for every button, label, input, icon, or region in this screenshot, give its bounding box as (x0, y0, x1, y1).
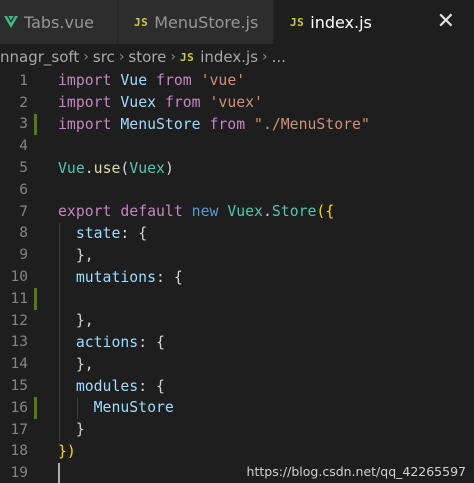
line-number: 2 (19, 94, 28, 111)
line-number: 15 (10, 378, 28, 395)
code-line[interactable]: 3 import MenuStore from "./MenuStore" (0, 113, 474, 136)
breadcrumb: nnagr_soft › src › store › JS index.js ›… (0, 44, 474, 70)
code-line[interactable]: 9 }, (0, 244, 474, 266)
chevron-right-icon: › (118, 49, 125, 65)
tab-tabs-vue[interactable]: Tabs.vue (0, 0, 118, 44)
code-text: }, (58, 312, 94, 330)
code-text: Vue.use(Vuex) (58, 159, 174, 177)
chevron-right-icon: › (83, 49, 89, 65)
tab-menustore-js[interactable]: JS MenuStore.js (118, 0, 274, 44)
code-line[interactable]: 16 MenuStore (0, 397, 474, 419)
line-number: 7 (19, 203, 28, 220)
code-text: MenuStore (93, 399, 174, 417)
code-text: } (58, 421, 85, 439)
code-text: actions: { (75, 333, 165, 351)
code-line[interactable]: 4 (0, 135, 474, 157)
line-number: 6 (19, 181, 28, 198)
code-line[interactable]: 12 }, (0, 310, 474, 332)
line-number: 16 (10, 399, 28, 416)
js-icon: JS (134, 15, 149, 29)
js-icon: JS (179, 50, 195, 64)
line-number: 13 (10, 334, 28, 351)
code-line[interactable]: 17 } (0, 419, 474, 441)
vue-icon (4, 16, 18, 28)
line-number: 18 (10, 443, 28, 460)
modified-line-indicator (34, 397, 37, 419)
line-number: 19 (10, 465, 28, 482)
line-number: 12 (10, 312, 28, 329)
breadcrumb-item-file[interactable]: JS index.js (180, 48, 258, 66)
line-number: 10 (10, 269, 28, 286)
tab-index-js[interactable]: JS index.js ✕ (274, 0, 474, 44)
modified-line-indicator (34, 288, 37, 310)
line-number: 14 (10, 356, 28, 373)
code-text: import MenuStore from "./MenuStore" (58, 115, 370, 133)
indent-guide (59, 222, 60, 441)
code-text: }, (58, 355, 94, 373)
breadcrumb-item-store[interactable]: store (128, 48, 166, 66)
line-number: 5 (19, 160, 28, 177)
line-number: 1 (19, 72, 28, 89)
watermark: https://blog.csdn.net/qq_42265597 (246, 464, 466, 479)
tab-label: MenuStore.js (154, 12, 259, 32)
code-line[interactable]: 2 import Vuex from 'vuex' (0, 92, 474, 114)
code-editor[interactable]: 1 import Vue from 'vue' 2 import Vuex from … (0, 70, 474, 483)
line-number: 3 (19, 116, 28, 133)
close-icon[interactable]: ✕ (437, 11, 455, 33)
tab-label: Tabs.vue (24, 12, 94, 32)
line-number: 8 (19, 225, 28, 242)
code-line[interactable]: 18}) (0, 441, 474, 463)
line-number: 11 (10, 290, 28, 307)
code-line[interactable]: 13 actions: { (0, 332, 474, 354)
code-line[interactable]: 14 }, (0, 353, 474, 375)
breadcrumb-item-folder[interactable]: nnagr_soft (0, 48, 79, 66)
code-line[interactable]: 15 modules: { (0, 375, 474, 397)
chevron-right-icon: › (170, 49, 176, 65)
code-text: import Vuex from 'vuex' (58, 94, 263, 112)
modified-line-indicator (34, 113, 37, 136)
code-text: mutations: { (75, 268, 183, 286)
line-number: 4 (19, 138, 28, 155)
line-number: 9 (19, 247, 28, 264)
code-text: export default new Vuex.Store({ (58, 203, 335, 221)
code-line[interactable]: 11 (0, 288, 474, 310)
code-line[interactable]: 1 import Vue from 'vue' (0, 70, 474, 92)
breadcrumb-file-label: index.js (200, 48, 259, 66)
tab-bar: Tabs.vue JS MenuStore.js JS index.js ✕ (0, 0, 474, 44)
code-line[interactable]: 6 (0, 179, 474, 201)
text-cursor (58, 463, 60, 483)
line-number: 17 (10, 421, 28, 438)
breadcrumb-item-symbols[interactable]: ... (272, 48, 286, 66)
code-text: modules: { (75, 377, 165, 395)
code-text: import Vue from 'vue' (58, 72, 246, 90)
code-text: state: { (75, 224, 148, 242)
code-line[interactable]: 7 export default new Vuex.Store({ (0, 201, 474, 223)
code-line[interactable]: 8 state: { (0, 223, 474, 245)
code-line[interactable]: 5 Vue.use(Vuex) (0, 157, 474, 179)
breadcrumb-item-src[interactable]: src (93, 48, 115, 66)
code-line[interactable]: 10 mutations: { (0, 266, 474, 288)
chevron-right-icon: › (262, 49, 268, 65)
code-text: }, (58, 246, 94, 264)
code-text: }) (58, 442, 76, 460)
js-icon: JS (290, 15, 305, 29)
indent-guide (77, 397, 78, 419)
tab-label: index.js (310, 12, 372, 32)
